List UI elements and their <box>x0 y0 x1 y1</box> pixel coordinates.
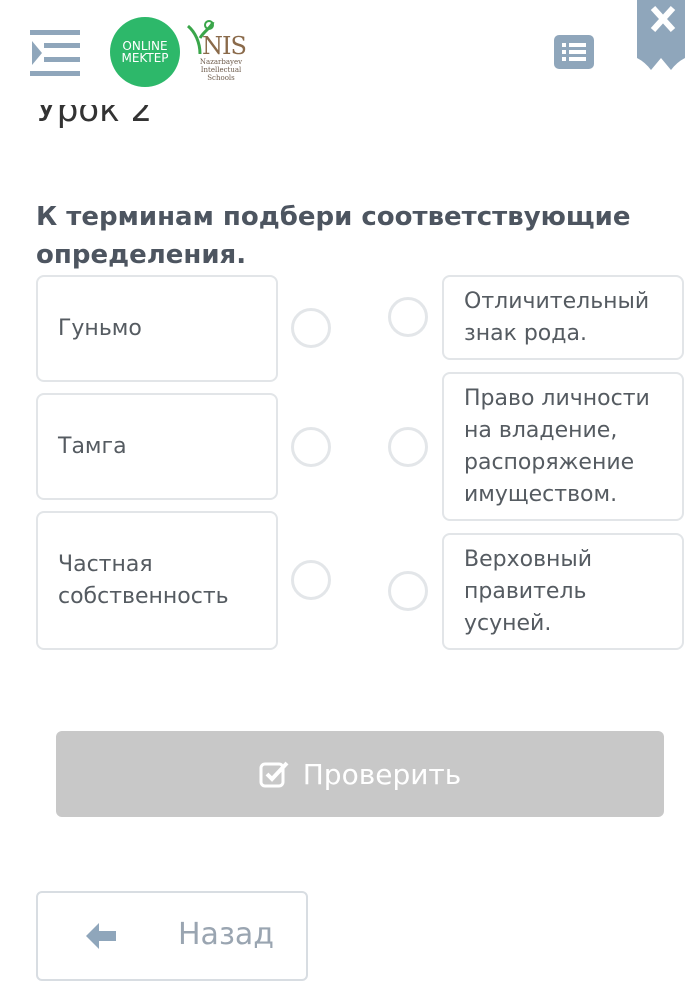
logo-mektep-text: MEKTEP <box>121 51 169 65</box>
term-card[interactable]: Гуньмо <box>36 275 278 382</box>
nis-title: NIS <box>202 32 247 60</box>
checkbox-check-icon <box>259 761 289 788</box>
back-button-label: Назад <box>178 917 275 952</box>
match-dot-right[interactable] <box>388 427 428 467</box>
match-dot-left[interactable] <box>291 560 331 600</box>
term-label: Гуньмо <box>58 315 142 341</box>
online-mektep-logo[interactable]: ONLINE MEKTEP <box>110 17 180 87</box>
definition-card[interactable]: Верховный правитель усуней. <box>442 533 684 650</box>
header: ONLINE MEKTEP NIS Nazarbayev Intellectua… <box>0 0 685 105</box>
arrow-left-icon <box>86 923 116 949</box>
match-dot-right[interactable] <box>388 297 428 337</box>
definition-card[interactable]: Отличительный знак рода. <box>442 275 684 360</box>
nis-logo: NIS Nazarbayev Intellectual Schools <box>185 18 255 88</box>
match-dot-right[interactable] <box>388 571 428 611</box>
definition-label: Верховный правитель усуней. <box>464 546 593 636</box>
menu-indent-icon[interactable] <box>30 30 82 76</box>
check-button-label: Проверить <box>302 757 462 791</box>
match-dot-left[interactable] <box>291 308 331 348</box>
question-text: К терминам подбери соответствующие опред… <box>36 202 631 270</box>
term-card[interactable]: Тамга <box>36 393 278 500</box>
close-icon[interactable] <box>637 0 685 70</box>
term-card[interactable]: Частная собственность <box>36 511 278 650</box>
check-button[interactable]: Проверить <box>56 731 664 817</box>
term-label: Тамга <box>58 433 127 459</box>
nis-subtitle: Nazarbayev Intellectual Schools <box>199 58 243 82</box>
definition-label: Отличительный знак рода. <box>464 288 650 346</box>
term-label: Частная собственность <box>58 551 229 609</box>
list-icon[interactable] <box>554 35 594 69</box>
back-button[interactable]: Назад <box>36 891 308 981</box>
match-dot-left[interactable] <box>291 427 331 467</box>
definition-label: Право личности на владение, распоряжение… <box>464 385 650 507</box>
definition-card[interactable]: Право личности на владение, распоряжение… <box>442 372 684 521</box>
